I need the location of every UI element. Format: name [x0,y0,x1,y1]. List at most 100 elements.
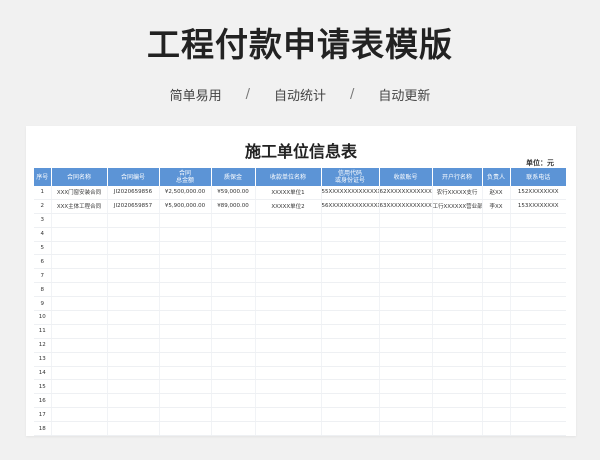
row-number-cell[interactable]: 12 [34,338,52,353]
table-cell[interactable] [211,338,256,353]
table-cell[interactable] [107,421,160,437]
table-cell[interactable] [211,296,256,312]
table-cell[interactable] [159,352,212,367]
table-cell[interactable] [51,421,108,437]
table-cell[interactable] [159,268,212,284]
table-cell[interactable] [107,324,160,339]
table-cell[interactable] [321,241,380,256]
table-cell[interactable] [379,407,433,423]
table-cell[interactable] [379,324,433,339]
table-cell[interactable] [379,310,433,325]
table-cell[interactable] [432,282,483,298]
table-cell[interactable] [211,421,256,437]
table-cell[interactable] [510,421,566,437]
table-cell[interactable]: XXXXX单位1 [255,186,322,200]
table-cell[interactable] [107,379,160,395]
table-cell[interactable] [321,254,380,270]
table-cell[interactable] [255,310,322,325]
row-number-cell[interactable]: 2 [34,199,52,214]
table-cell[interactable] [432,352,483,367]
table-cell[interactable] [159,254,212,270]
table-cell[interactable] [51,352,108,367]
table-cell[interactable] [107,393,160,409]
table-cell[interactable] [211,213,256,228]
table-cell[interactable]: JI2020659857 [107,199,160,214]
table-cell[interactable] [321,296,380,312]
table-cell[interactable]: 56XXXXXXXXXXXXXX [321,199,380,214]
table-cell[interactable] [255,268,322,284]
table-cell[interactable] [432,227,483,242]
table-cell[interactable] [107,310,160,325]
table-cell[interactable] [510,241,566,256]
table-cell[interactable] [379,227,433,242]
table-cell[interactable] [107,254,160,270]
table-cell[interactable] [107,296,160,312]
table-cell[interactable] [379,393,433,409]
table-cell[interactable] [379,296,433,312]
row-number-cell[interactable]: 3 [34,213,52,228]
table-cell[interactable] [379,241,433,256]
row-number-cell[interactable]: 14 [34,366,52,381]
table-cell[interactable] [321,407,380,423]
table-cell[interactable] [51,310,108,325]
row-number-cell[interactable]: 4 [34,227,52,242]
table-cell[interactable] [379,379,433,395]
table-cell[interactable] [482,338,511,353]
table-cell[interactable] [107,407,160,423]
table-cell[interactable] [510,296,566,312]
table-cell[interactable] [321,213,380,228]
table-cell[interactable] [379,282,433,298]
table-cell[interactable] [107,352,160,367]
table-cell[interactable] [379,352,433,367]
table-cell[interactable] [379,366,433,381]
table-cell[interactable] [159,213,212,228]
table-cell[interactable] [510,227,566,242]
table-cell[interactable] [51,407,108,423]
table-cell[interactable] [482,254,511,270]
table-cell[interactable]: ¥89,000.00 [211,199,256,214]
table-cell[interactable]: XXX门窗安装合同 [51,186,108,200]
row-number-cell[interactable]: 8 [34,282,52,298]
table-cell[interactable] [51,338,108,353]
table-cell[interactable] [510,254,566,270]
table-cell[interactable] [255,296,322,312]
table-cell[interactable] [321,366,380,381]
table-cell[interactable] [211,282,256,298]
table-cell[interactable] [432,241,483,256]
table-cell[interactable] [255,393,322,409]
row-number-cell[interactable]: 15 [34,379,52,395]
table-cell[interactable] [510,366,566,381]
table-cell[interactable] [211,310,256,325]
table-cell[interactable] [107,241,160,256]
table-cell[interactable] [321,324,380,339]
table-cell[interactable] [107,213,160,228]
table-cell[interactable] [211,407,256,423]
table-cell[interactable] [432,296,483,312]
table-cell[interactable] [107,282,160,298]
table-cell[interactable] [379,213,433,228]
table-cell[interactable] [51,379,108,395]
table-cell[interactable] [510,379,566,395]
table-cell[interactable]: ¥2,500,000.00 [159,186,212,200]
table-cell[interactable] [159,282,212,298]
table-cell[interactable] [510,268,566,284]
table-cell[interactable] [321,268,380,284]
table-cell[interactable] [255,352,322,367]
table-cell[interactable] [432,407,483,423]
table-cell[interactable] [51,324,108,339]
table-cell[interactable] [321,352,380,367]
table-cell[interactable] [482,241,511,256]
table-cell[interactable] [379,421,433,437]
table-cell[interactable]: ¥59,000.00 [211,186,256,200]
table-cell[interactable] [482,268,511,284]
table-cell[interactable] [510,338,566,353]
row-number-cell[interactable]: 16 [34,393,52,409]
table-cell[interactable] [432,213,483,228]
table-cell[interactable] [51,241,108,256]
table-cell[interactable] [211,254,256,270]
table-cell[interactable]: JI2020659856 [107,186,160,200]
table-cell[interactable] [432,421,483,437]
table-cell[interactable] [211,268,256,284]
table-cell[interactable]: 153XXXXXXXX [510,199,566,214]
table-cell[interactable]: 55XXXXXXXXXXXXXX [321,186,380,200]
